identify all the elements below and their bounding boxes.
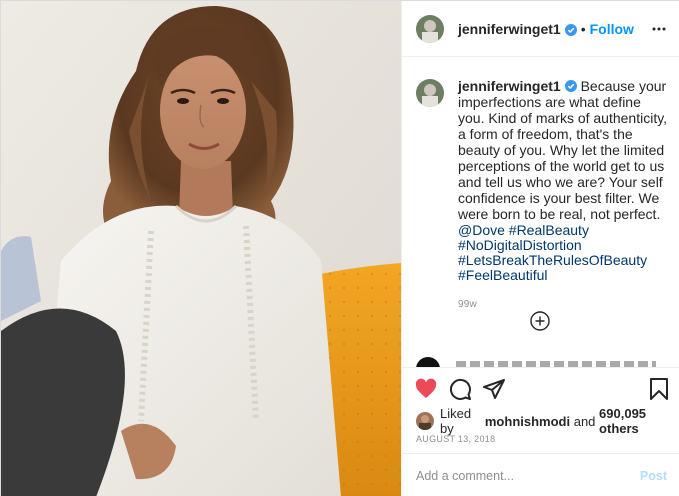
comments-section: jenniferwinget1 Because your imperfectio…	[402, 57, 679, 367]
liker-username[interactable]: mohnishmodi	[485, 414, 570, 429]
partially-visible-comment	[416, 357, 671, 367]
action-icons-row	[402, 368, 679, 408]
post-comment-button[interactable]: Post	[640, 469, 667, 483]
comment-icon[interactable]	[448, 377, 472, 401]
heart-icon[interactable]	[414, 377, 438, 401]
bookmark-icon[interactable]	[647, 377, 671, 401]
caption-text-block: jenniferwinget1 Because your imperfectio…	[458, 79, 671, 312]
hashtag-link[interactable]: #LetsBreakTheRulesOfBeauty	[458, 253, 671, 268]
post-date[interactable]: AUGUST 13, 2018	[416, 434, 495, 444]
liker-avatar[interactable]	[416, 412, 434, 430]
add-comment-bar: Post	[402, 453, 679, 496]
likes-count[interactable]: 690,095 others	[599, 406, 676, 436]
portrait-photo	[1, 1, 401, 496]
caption-username[interactable]: jenniferwinget1	[458, 78, 561, 94]
caption-avatar[interactable]	[416, 79, 444, 107]
post-actions: Liked by mohnishmodi and 690,095 others …	[402, 367, 679, 444]
verified-badge-icon	[564, 80, 577, 92]
post-details-panel: jenniferwinget1 • Follow jenniferwinget1…	[401, 1, 679, 496]
paper-plane-icon[interactable]	[482, 377, 506, 401]
post-photo[interactable]	[1, 1, 401, 496]
likes-summary: Liked by mohnishmodi and 690,095 others	[416, 406, 676, 436]
hashtag-link[interactable]: #FeelBeautiful	[458, 268, 671, 283]
hashtag-link[interactable]: @Dove #RealBeauty	[458, 223, 671, 238]
post-header: jenniferwinget1 • Follow	[402, 1, 679, 57]
likes-and: and	[573, 413, 596, 429]
more-options-icon[interactable]	[651, 21, 667, 37]
hashtag-link[interactable]: #NoDigitalDistortion	[458, 238, 671, 253]
header-username[interactable]: jenniferwinget1	[458, 21, 561, 37]
plus-circle-icon[interactable]	[530, 311, 550, 331]
caption: jenniferwinget1 Because your imperfectio…	[416, 79, 671, 312]
follow-button[interactable]: Follow	[590, 21, 634, 37]
verified-badge-icon	[564, 23, 577, 36]
instagram-post: jenniferwinget1 • Follow jenniferwinget1…	[0, 0, 679, 496]
comment-avatar	[416, 357, 440, 367]
caption-body: Because your imperfections are what defi…	[458, 78, 668, 222]
caption-time-ago[interactable]: 99w	[458, 297, 671, 312]
hashtag-list: @Dove #RealBeauty #NoDigitalDistortion #…	[458, 223, 671, 283]
comment-input[interactable]	[416, 468, 640, 483]
avatar[interactable]	[416, 14, 444, 43]
likes-prefix: Liked by	[440, 406, 472, 436]
header-separator: •	[580, 20, 586, 37]
